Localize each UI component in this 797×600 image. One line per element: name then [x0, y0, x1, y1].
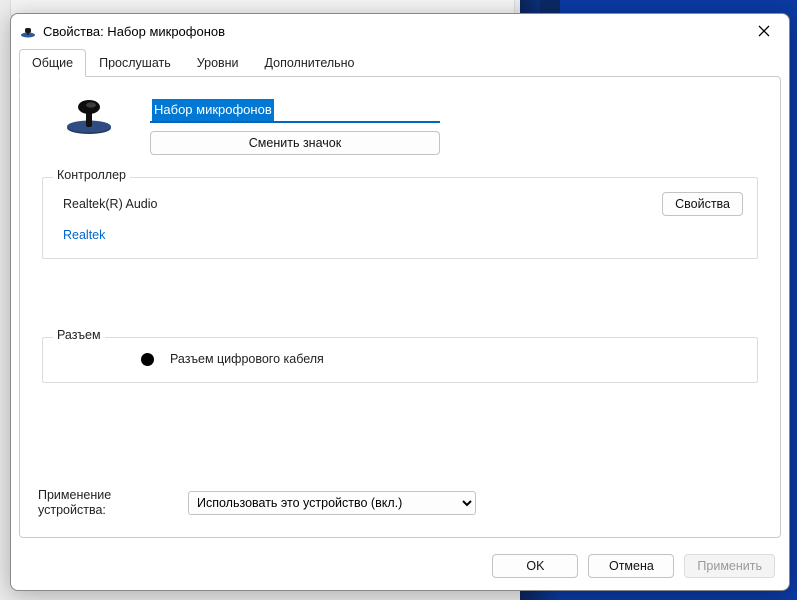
properties-dialog: Свойства: Набор микрофонов Общие Прослуш…: [10, 13, 790, 591]
device-usage-row: Применение устройства: Использовать это …: [38, 488, 476, 519]
app-icon: [19, 22, 37, 40]
device-header: Набор микрофонов Сменить значок: [38, 97, 762, 155]
controller-vendor-link[interactable]: Realtek: [57, 228, 743, 242]
device-name-value: Набор микрофонов: [152, 99, 274, 121]
controller-properties-button[interactable]: Свойства: [662, 192, 743, 216]
tab-listen[interactable]: Прослушать: [86, 49, 184, 77]
close-button[interactable]: [741, 15, 787, 47]
tab-general[interactable]: Общие: [19, 49, 86, 77]
tab-strip: Общие Прослушать Уровни Дополнительно: [11, 48, 789, 77]
device-name-input[interactable]: Набор микрофонов: [150, 97, 440, 123]
jack-description: Разъем цифрового кабеля: [170, 352, 324, 366]
tab-content: Набор микрофонов Сменить значок Контролл…: [19, 76, 781, 538]
device-usage-label: Применение устройства:: [38, 488, 148, 519]
controller-group: Контроллер Realtek(R) Audio Свойства Rea…: [42, 177, 758, 259]
tab-levels[interactable]: Уровни: [184, 49, 252, 77]
jack-group-label: Разъем: [53, 328, 105, 342]
controller-group-label: Контроллер: [53, 168, 130, 182]
titlebar: Свойства: Набор микрофонов: [11, 14, 789, 48]
tab-advanced[interactable]: Дополнительно: [252, 49, 368, 77]
cancel-button[interactable]: Отмена: [588, 554, 674, 578]
device-name-column: Набор микрофонов Сменить значок: [150, 97, 440, 155]
device-usage-select[interactable]: Использовать это устройство (вкл.): [188, 491, 476, 515]
jack-row: Разъем цифрового кабеля: [141, 352, 743, 366]
close-icon: [758, 25, 770, 37]
controller-name: Realtek(R) Audio: [57, 197, 158, 211]
ok-button[interactable]: OK: [492, 554, 578, 578]
window-title: Свойства: Набор микрофонов: [43, 24, 225, 39]
jack-color-icon: [141, 353, 154, 366]
jack-group: Разъем Разъем цифрового кабеля: [42, 337, 758, 383]
dialog-footer: OK Отмена Применить: [11, 546, 789, 590]
device-icon: [58, 93, 120, 141]
change-icon-button[interactable]: Сменить значок: [150, 131, 440, 155]
apply-button[interactable]: Применить: [684, 554, 775, 578]
